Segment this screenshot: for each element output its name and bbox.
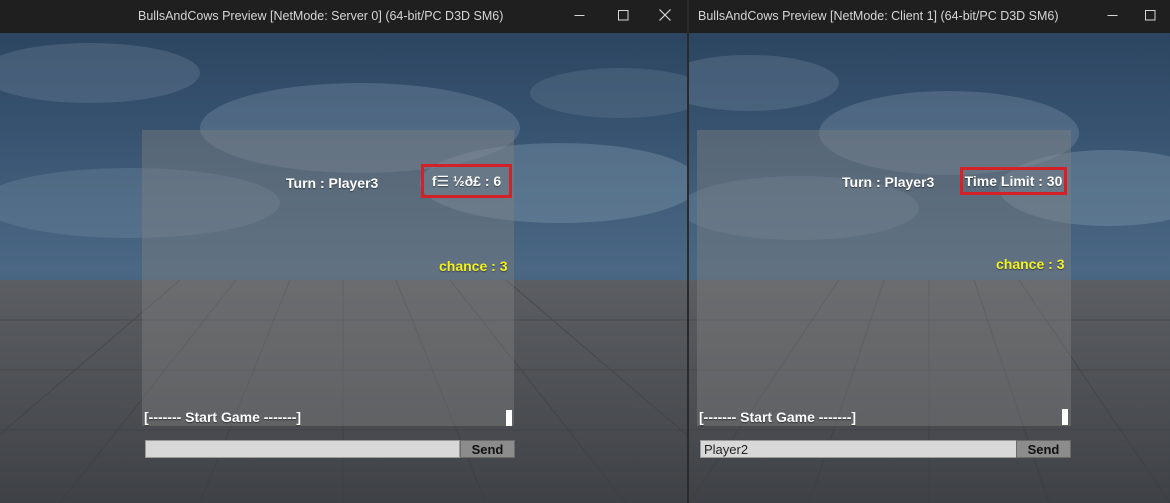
title-bar[interactable]: BullsAndCows Preview [NetMode: Client 1]… <box>689 0 1170 33</box>
close-icon <box>659 9 671 21</box>
chat-log-entry: [------- Start Game -------] <box>144 409 302 425</box>
window-title: BullsAndCows Preview [NetMode: Client 1]… <box>698 9 1059 23</box>
chance-label: chance : 3 <box>996 256 1065 272</box>
turn-label: Turn : Player3 <box>842 174 935 190</box>
chat-input[interactable] <box>700 440 1017 458</box>
chat-scrollbar-handle[interactable] <box>1062 409 1068 425</box>
minimize-button[interactable] <box>1092 0 1132 30</box>
chance-label: chance : 3 <box>439 258 508 274</box>
time-limit-label: Time Limit : 30 <box>960 167 1067 195</box>
title-bar[interactable]: BullsAndCows Preview [NetMode: Server 0]… <box>0 0 687 33</box>
maximize-icon <box>617 9 628 20</box>
maximize-button[interactable] <box>603 0 643 30</box>
chat-log-entry: [------- Start Game -------] <box>699 409 857 425</box>
minimize-icon <box>574 14 584 16</box>
server-preview-window: BullsAndCows Preview [NetMode: Server 0]… <box>0 0 687 503</box>
send-button[interactable]: Send <box>460 440 515 458</box>
maximize-icon <box>1144 9 1155 20</box>
turn-label: Turn : Player3 <box>286 175 379 191</box>
client-preview-window: BullsAndCows Preview [NetMode: Client 1]… <box>689 0 1170 503</box>
minimize-button[interactable] <box>559 0 599 30</box>
close-button[interactable] <box>645 0 685 30</box>
maximize-button[interactable] <box>1130 0 1170 30</box>
time-limit-label: f☰ ½ð£ : 6 <box>421 164 512 198</box>
chat-scrollbar-handle[interactable] <box>506 410 512 426</box>
send-button[interactable]: Send <box>1016 440 1071 458</box>
minimize-icon <box>1107 14 1117 16</box>
chat-input[interactable] <box>145 440 460 458</box>
window-title: BullsAndCows Preview [NetMode: Server 0]… <box>138 9 504 23</box>
